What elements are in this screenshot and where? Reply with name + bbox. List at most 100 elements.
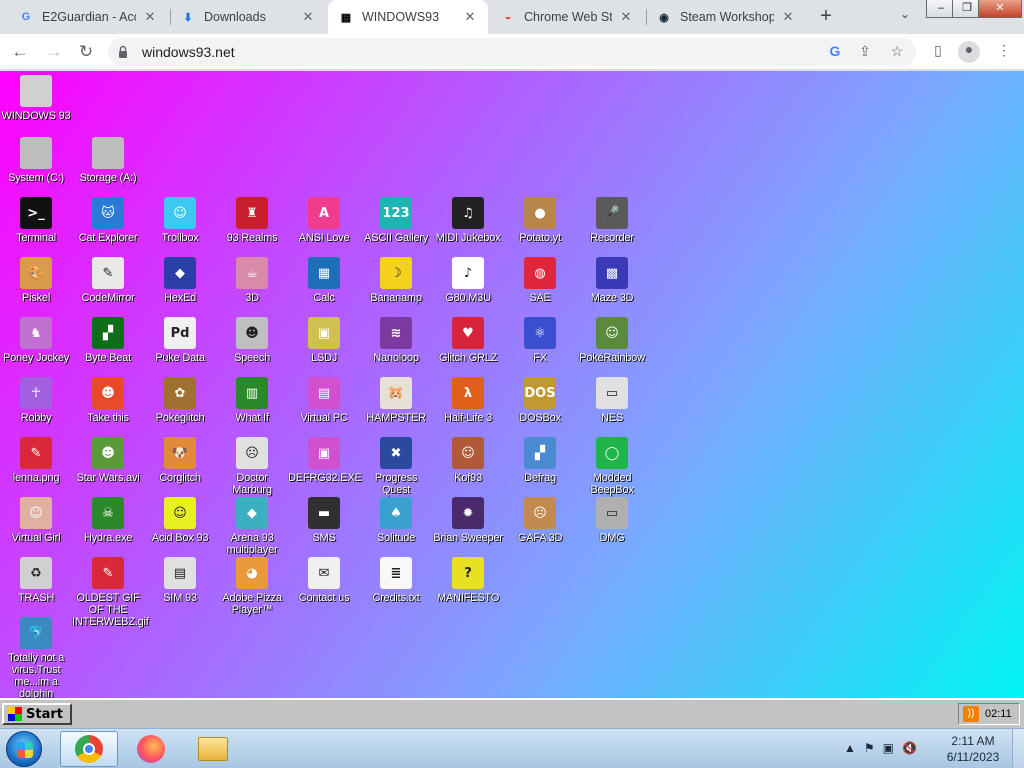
forward-button[interactable]: → xyxy=(42,40,66,64)
network-icon[interactable]: ▣ xyxy=(883,741,894,755)
close-tab-icon[interactable]: ✕ xyxy=(462,9,478,25)
desktop-icon-midi-jukebox[interactable]: ♫ MIDI Jukebox xyxy=(432,197,504,244)
new-tab-button[interactable]: + xyxy=(814,5,838,29)
desktop-icon-defrg32-exe[interactable]: ▣ DEFRG32.EXE xyxy=(288,437,362,484)
desktop-icon-g80-m3u[interactable]: ♪ G80.M3U xyxy=(432,257,504,304)
tab-downloads[interactable]: ⬇ Downloads ✕ xyxy=(170,0,326,34)
desktop-icon-dmg[interactable]: ▭ DMG xyxy=(576,497,648,544)
desktop-icon-hampster[interactable]: 🐹 HAMPSTER xyxy=(360,377,432,424)
profile-avatar-icon[interactable]: ● xyxy=(958,41,980,63)
desktop-icon-terminal[interactable]: >_ Terminal xyxy=(0,197,72,244)
reload-button[interactable]: ↻ xyxy=(74,40,98,64)
close-tab-icon[interactable]: ✕ xyxy=(618,9,634,25)
desktop-icon-take-this[interactable]: ☻ Take this xyxy=(72,377,144,424)
desktop-icon-byte-beat[interactable]: ▞ Byte Beat xyxy=(72,317,144,364)
desktop-icon-speech[interactable]: ☻ Speech xyxy=(216,317,288,364)
google-lens-icon[interactable]: G xyxy=(826,43,844,61)
desktop-icon-kof93[interactable]: ☺ Kof93 xyxy=(432,437,504,484)
windows-start-orb[interactable] xyxy=(6,731,42,767)
desktop-icon-pok-glitch[interactable]: ✿ Pokéglitch xyxy=(144,377,216,424)
volume-muted-icon[interactable]: 🔇 xyxy=(902,741,917,755)
desktop-icon-oldest-gif-of-the-interwebz-gi[interactable]: ✎ OLDEST GIF OF THE INTERWEBZ.gif xyxy=(72,557,149,628)
desktop-icon-fx[interactable]: ⚛ FX xyxy=(504,317,576,364)
desktop-icon-glitch-grlz[interactable]: ♥ Glitch GRLZ xyxy=(432,317,504,364)
taskbar-chrome[interactable] xyxy=(60,731,118,767)
desktop-icon-maze-3d[interactable]: ▩ Maze 3D xyxy=(576,257,648,304)
tab-windows93[interactable]: ▦ WINDOWS93 ✕ xyxy=(328,0,488,34)
desktop-icon-ansi-love[interactable]: A ANSI Love xyxy=(288,197,360,244)
side-panel-icon[interactable]: ▯ xyxy=(928,42,948,62)
desktop-icon-recorder[interactable]: 🎤 Recorder xyxy=(576,197,648,244)
desktop-icon-brian-sweeper[interactable]: ✹ Brian Sweeper xyxy=(432,497,504,544)
desktop-icon-adobe-pizza-player[interactable]: ◕ Adobe Pizza Player™ xyxy=(216,557,288,616)
close-tab-icon[interactable]: ✕ xyxy=(142,9,158,25)
tab-steam-workshop[interactable]: ◉ Steam Workshop: ✕ xyxy=(646,0,806,34)
desktop-icon-trollbox[interactable]: ☺ Trollbox xyxy=(144,197,216,244)
desktop-icon-totally-not-a-virus-trust-me-i[interactable]: 🐬 Totally not a virus.Trust me...im a dol… xyxy=(0,617,72,698)
desktop-icon-solitude[interactable]: ♠ Solitude xyxy=(360,497,432,544)
close-tab-icon[interactable]: ✕ xyxy=(780,9,796,25)
desktop-icon-robby[interactable]: ☥ Robby xyxy=(0,377,72,424)
desktop-icon-credits-txt[interactable]: ≣ Credits.txt xyxy=(360,557,432,604)
close-window-button[interactable]: ✕ xyxy=(978,0,1022,18)
desktop-icon-bananamp[interactable]: ☽ Bananamp xyxy=(360,257,432,304)
desktop-icon-piskel[interactable]: 🎨 Piskel xyxy=(0,257,72,304)
desktop-icon-arena-93-multiplayer[interactable]: ◆ Arena 93 multiplayer xyxy=(216,497,288,556)
desktop-icon-lenna-png[interactable]: ✎ lenna.png xyxy=(0,437,72,484)
bookmark-star-icon[interactable]: ☆ xyxy=(888,43,906,61)
back-button[interactable]: ← xyxy=(8,40,32,64)
desktop-icon-3d[interactable]: ☕ 3D xyxy=(216,257,288,304)
desktop-icon-manifesto[interactable]: ? MANIFESTO xyxy=(432,557,504,604)
desktop-icon-star-wars-avi[interactable]: ☻ Star Wars.avi xyxy=(72,437,144,484)
desktop-icon-progress-quest[interactable]: ✖ Progress Quest xyxy=(360,437,432,496)
tab-search-chevron-icon[interactable]: ⌄ xyxy=(895,7,915,27)
desktop-icon-sms[interactable]: ▬ SMS xyxy=(288,497,360,544)
desktop-icon-virtual-pc[interactable]: ▤ Virtual PC xyxy=(288,377,360,424)
desktop-icon-corglitch[interactable]: 🐶 Corglitch xyxy=(144,437,216,484)
desktop-icon-modded-beepbox[interactable]: ◯ Modded BeepBox xyxy=(576,437,648,496)
desktop-icon-potato-yt[interactable]: ● Potato.yt xyxy=(504,197,576,244)
desktop-icon-puke-data[interactable]: Pd Puke Data xyxy=(144,317,216,364)
desktop-icon-dosbox[interactable]: DOS DOSBox xyxy=(504,377,576,424)
start-button[interactable]: Start xyxy=(2,703,72,725)
desktop-icon-codemirror[interactable]: ✎ CodeMirror xyxy=(72,257,144,304)
address-bar[interactable]: windows93.net G ⇪ ☆ xyxy=(108,38,916,66)
desktop-icon-half-life-3[interactable]: λ Half-Life 3 xyxy=(432,377,504,424)
close-tab-icon[interactable]: ✕ xyxy=(300,9,316,25)
desktop-icon-hexed[interactable]: ◆ HexEd xyxy=(144,257,216,304)
system-clock[interactable]: 2:11 AM 6/11/2023 xyxy=(940,733,1006,765)
desktop-icon-system-c[interactable]: System (C:) xyxy=(0,137,72,184)
url-text[interactable]: windows93.net xyxy=(142,44,235,60)
desktop-icon-hydra-exe[interactable]: ☠ Hydra.exe xyxy=(72,497,144,544)
desktop-icon-contact-us[interactable]: ✉ Contact us xyxy=(288,557,360,604)
share-icon[interactable]: ⇪ xyxy=(856,43,874,61)
desktop-icon-calc[interactable]: ▦ Calc xyxy=(288,257,360,304)
rss-icon[interactable]: )) xyxy=(963,706,979,722)
desktop-icon-windows-93[interactable]: WINDOWS 93 xyxy=(0,75,72,122)
tray-expand-icon[interactable]: ▲ xyxy=(844,741,856,755)
desktop-icon-what-if[interactable]: ▥ What If xyxy=(216,377,288,424)
desktop-icon-ascii-gallery[interactable]: 123 ASCII Gallery xyxy=(360,197,432,244)
desktop-icon-nes[interactable]: ▭ NES xyxy=(576,377,648,424)
tab-chrome-web-store[interactable]: ◒ Chrome Web Stor ✕ xyxy=(490,0,644,34)
flag-alert-icon[interactable]: ⚑ xyxy=(864,741,875,755)
desktop-icon-nanoloop[interactable]: ≋ Nanoloop xyxy=(360,317,432,364)
desktop-icon-93-realms[interactable]: ♜ 93 Realms xyxy=(216,197,288,244)
desktop-icon-trash[interactable]: ♻ TRASH xyxy=(0,557,72,604)
chrome-menu-icon[interactable]: ⋮ xyxy=(994,42,1014,62)
desktop-icon-poney-jockey[interactable]: ♞ Poney Jockey xyxy=(0,317,72,364)
desktop-icon-cat-explorer[interactable]: 🐱 Cat Explorer xyxy=(72,197,144,244)
desktop-icon-pok-rainbow[interactable]: ☺ PokéRainbow xyxy=(576,317,648,364)
desktop-icon-sim-93[interactable]: ▤ SIM 93 xyxy=(144,557,216,604)
taskbar-firefox[interactable] xyxy=(122,731,180,767)
desktop-icon-virtual-girl[interactable]: ☺ Virtual Girl xyxy=(0,497,72,544)
tab-e2guardian[interactable]: G E2Guardian - Acce ✕ xyxy=(8,0,168,34)
desktop-icon-gafa-3d[interactable]: ☹ GAFA 3D xyxy=(504,497,576,544)
desktop-icon-lsdj[interactable]: ▣ LSDJ xyxy=(288,317,360,364)
desktop-icon-doctor-marburg[interactable]: ☹ Doctor Marburg xyxy=(216,437,288,496)
desktop-icon-defrag[interactable]: ▞ Defrag xyxy=(504,437,576,484)
show-desktop-button[interactable] xyxy=(1012,729,1024,768)
desktop-icon-acid-box-93[interactable]: ☺ Acid Box 93 xyxy=(144,497,216,544)
desktop-icon-storage-a[interactable]: Storage (A:) xyxy=(72,137,144,184)
taskbar-explorer[interactable] xyxy=(184,731,242,767)
